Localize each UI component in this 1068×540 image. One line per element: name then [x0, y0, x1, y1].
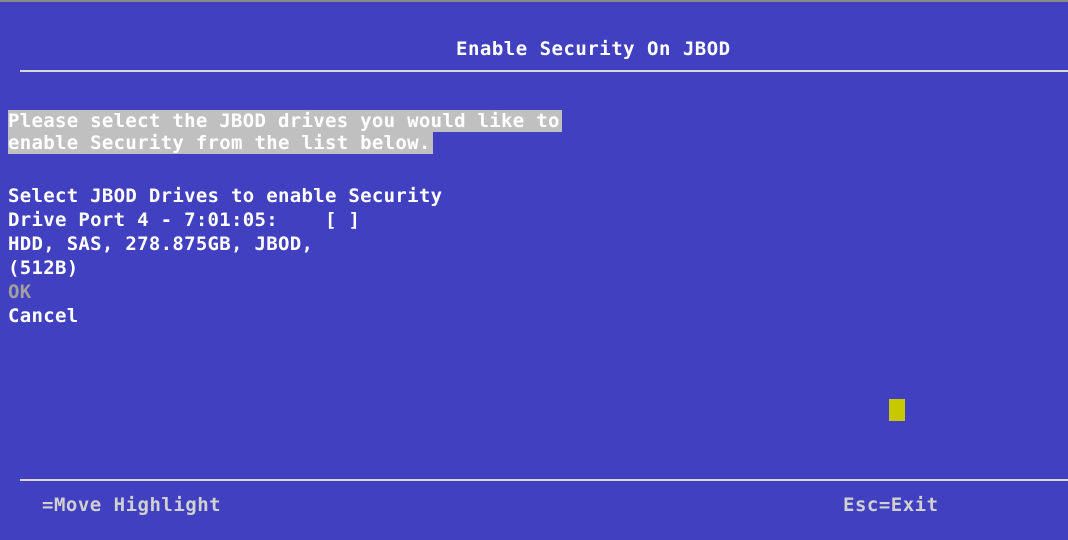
drive-block-size: (512B): [8, 257, 79, 279]
help-text-line-1: Please select the JBOD drives you would …: [8, 110, 562, 132]
drive-checkbox[interactable]: [ ]: [325, 209, 360, 231]
section-title: Select JBOD Drives to enable Security: [8, 185, 443, 207]
cancel-button[interactable]: Cancel: [8, 304, 442, 328]
bios-setup-screen: Enable Security On JBOD Please select th…: [0, 0, 1068, 540]
top-divider: [20, 70, 1068, 72]
drive-label: Drive Port 4 - 7:01:05:: [8, 209, 278, 231]
drive-row[interactable]: Drive Port 4 - 7:01:05: [ ]: [8, 208, 442, 232]
ok-button[interactable]: OK: [8, 280, 442, 304]
page-title: Enable Security On JBOD: [456, 38, 731, 60]
bottom-divider: [20, 479, 1068, 481]
jbod-selection-form: Select JBOD Drives to enable Security Dr…: [8, 184, 442, 328]
help-text: Please select the JBOD drives you would …: [8, 110, 562, 154]
move-highlight-hint: =Move Highlight: [42, 494, 222, 516]
help-text-line-2: enable Security from the list below.: [8, 132, 433, 154]
text-cursor: [889, 399, 905, 421]
drive-details: HDD, SAS, 278.875GB, JBOD,: [8, 233, 314, 255]
esc-exit-hint: Esc=Exit: [843, 494, 939, 516]
